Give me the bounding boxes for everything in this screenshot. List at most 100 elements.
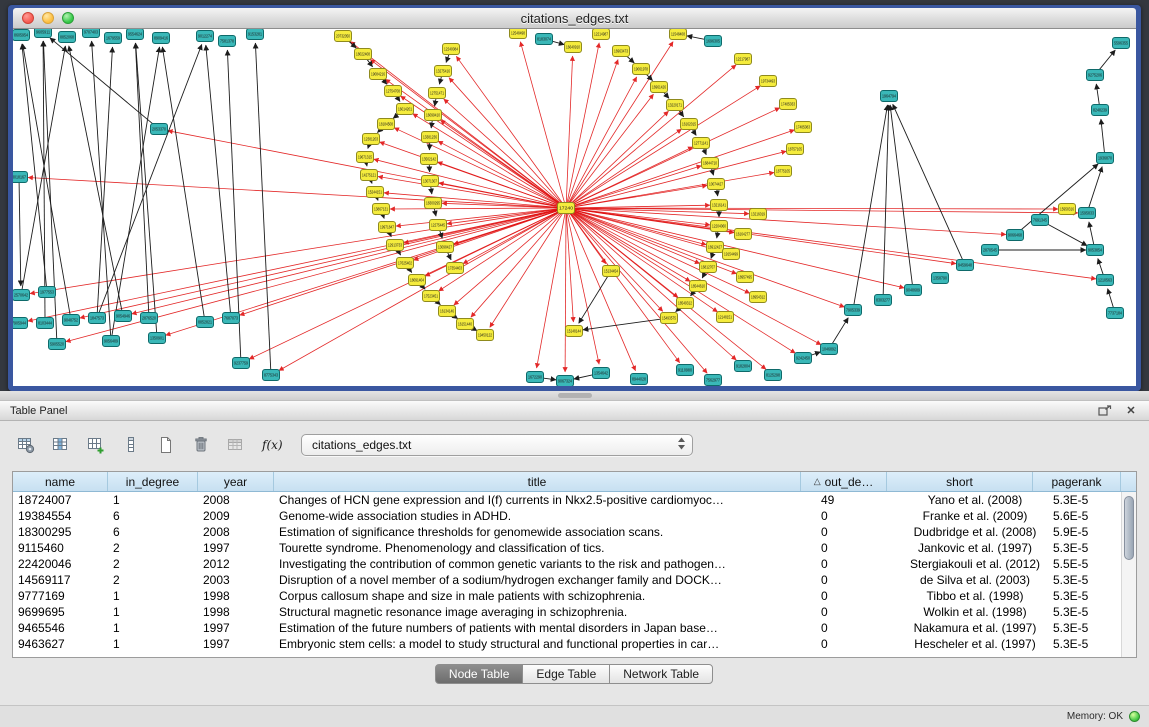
edge-directed[interactable] — [135, 43, 148, 312]
table-row[interactable]: 969969511998Structural magnetic resonanc… — [13, 604, 1136, 620]
cell-name[interactable]: 19384554 — [13, 509, 108, 523]
edge-directed-red[interactable] — [569, 77, 637, 203]
cell-title[interactable]: Embryonic stem cells: a model to study s… — [274, 637, 816, 651]
cell-year[interactable]: 1997 — [198, 621, 274, 635]
edge-directed-red[interactable] — [456, 56, 562, 203]
cell-out_de[interactable]: 49 — [816, 493, 902, 507]
edge-directed-red[interactable] — [565, 214, 566, 372]
cell-title[interactable]: Tourette syndrome. Phenomenology and cla… — [274, 541, 816, 555]
close-window-button[interactable] — [22, 12, 34, 24]
cell-name[interactable]: 22420046 — [13, 557, 108, 571]
network-file-select[interactable]: citations_edges.txt — [301, 434, 693, 456]
edge-directed-red[interactable] — [568, 60, 618, 203]
edge-directed-red[interactable] — [571, 129, 682, 205]
edge-directed[interactable] — [1098, 259, 1103, 275]
cell-in_degree[interactable]: 1 — [108, 637, 198, 651]
cell-short[interactable]: Nakamura et al. (1997) — [902, 621, 1048, 635]
edge-directed[interactable] — [97, 47, 112, 312]
cell-title[interactable]: Changes of HCN gene expression and I(f) … — [274, 493, 816, 507]
cell-short[interactable]: Dudbridge et al. (2008) — [902, 525, 1048, 539]
edge-directed-red[interactable] — [438, 141, 561, 205]
edge-directed[interactable] — [446, 55, 449, 63]
column-selector-button[interactable] — [117, 432, 145, 458]
edge-directed-red[interactable] — [572, 209, 1096, 279]
network-canvas[interactable]: 1724086059549605911885206897074031679559… — [13, 29, 1136, 386]
table-row[interactable]: 2242004622012Investigating the contribut… — [13, 556, 1136, 572]
edge-directed-red[interactable] — [566, 214, 573, 322]
cell-out_de[interactable]: 0 — [816, 637, 902, 651]
edge-directed[interactable] — [377, 198, 378, 201]
cell-in_degree[interactable]: 6 — [108, 525, 198, 539]
edge-directed[interactable] — [1045, 223, 1087, 246]
edge-directed[interactable] — [893, 104, 963, 259]
import-table-button[interactable] — [222, 432, 250, 458]
edge-directed-red[interactable] — [572, 210, 707, 245]
cell-in_degree[interactable]: 1 — [108, 589, 198, 603]
cell-out_de[interactable]: 0 — [816, 573, 902, 587]
cell-year[interactable]: 1998 — [198, 605, 274, 619]
edge-directed[interactable] — [255, 43, 270, 369]
edge-directed[interactable] — [206, 45, 231, 312]
column-header-out_de[interactable]: △out_de… — [801, 472, 887, 491]
cell-out_de[interactable]: 0 — [816, 525, 902, 539]
cell-in_degree[interactable]: 1 — [108, 621, 198, 635]
cell-name[interactable]: 18724007 — [13, 493, 108, 507]
cell-title[interactable]: Corpus callosum shape and size in male p… — [274, 589, 816, 603]
cell-name[interactable]: 9463627 — [13, 637, 108, 651]
edge-directed[interactable] — [890, 105, 912, 284]
network-window-titlebar[interactable]: citations_edges.txt — [13, 8, 1136, 29]
cell-year[interactable]: 1997 — [198, 637, 274, 651]
cell-year[interactable]: 1997 — [198, 541, 274, 555]
edge-directed-red[interactable] — [572, 130, 795, 206]
tab-node-table[interactable]: Node Table — [435, 664, 524, 684]
edge-directed[interactable] — [448, 252, 452, 260]
cell-in_degree[interactable]: 2 — [108, 541, 198, 555]
edge-directed-red[interactable] — [66, 210, 561, 342]
cell-year[interactable]: 2003 — [198, 573, 274, 587]
column-header-name[interactable]: name — [13, 472, 108, 491]
edge-directed-red[interactable] — [28, 178, 560, 208]
edge-directed[interactable] — [431, 187, 432, 194]
edge-directed[interactable] — [69, 46, 122, 310]
edge-directed[interactable] — [574, 374, 595, 379]
cell-short[interactable]: Yano et al. (2008) — [902, 493, 1048, 507]
cell-name[interactable]: 14569117 — [13, 573, 108, 587]
cell-out_de[interactable]: 0 — [816, 605, 902, 619]
cell-title[interactable]: Genome-wide association studies in ADHD. — [274, 509, 816, 523]
cell-in_degree[interactable]: 6 — [108, 509, 198, 523]
cell-in_degree[interactable]: 1 — [108, 605, 198, 619]
edge-directed[interactable] — [711, 253, 713, 259]
cell-in_degree[interactable]: 2 — [108, 557, 198, 571]
edge-directed[interactable] — [704, 149, 707, 155]
edge-directed[interactable] — [99, 44, 202, 312]
edge-directed-red[interactable] — [572, 166, 702, 207]
table-row[interactable]: 1938455462009Genome-wide association stu… — [13, 508, 1136, 524]
edge-directed[interactable] — [22, 44, 47, 286]
cell-short[interactable]: Wolkin et al. (1998) — [902, 605, 1048, 619]
column-header-short[interactable]: short — [887, 472, 1033, 491]
table-row[interactable]: 946362711997Embryonic stem cells: a mode… — [13, 636, 1136, 652]
edge-directed-red[interactable] — [572, 151, 787, 206]
edge-directed[interactable] — [579, 276, 608, 323]
cell-short[interactable]: Jankovic et al. (1997) — [902, 541, 1048, 555]
float-panel-button[interactable] — [1097, 404, 1113, 418]
cell-title[interactable]: Estimation of significance thresholds fo… — [274, 525, 816, 539]
cell-year[interactable]: 2012 — [198, 557, 274, 571]
zoom-window-button[interactable] — [62, 12, 74, 24]
cell-name[interactable]: 9699695 — [13, 605, 108, 619]
edge-directed-red[interactable] — [440, 120, 561, 204]
cell-title[interactable]: Disruption of a novel member of a sodium… — [274, 573, 816, 587]
edge-directed-red[interactable] — [567, 214, 599, 364]
edge-directed-red[interactable] — [571, 211, 690, 281]
edge-directed[interactable] — [1099, 50, 1116, 70]
column-header-year[interactable]: year — [198, 472, 274, 491]
cell-name[interactable]: 9115460 — [13, 541, 108, 555]
edge-directed-red[interactable] — [390, 208, 560, 209]
cell-out_de[interactable]: 0 — [816, 509, 902, 523]
tab-network-table[interactable]: Network Table — [609, 664, 713, 684]
edge-directed[interactable] — [435, 99, 436, 106]
select-columns-button[interactable] — [47, 432, 75, 458]
edge-directed-red[interactable] — [28, 209, 560, 321]
edge-directed[interactable] — [19, 183, 21, 286]
edge-directed[interactable] — [1096, 84, 1099, 104]
